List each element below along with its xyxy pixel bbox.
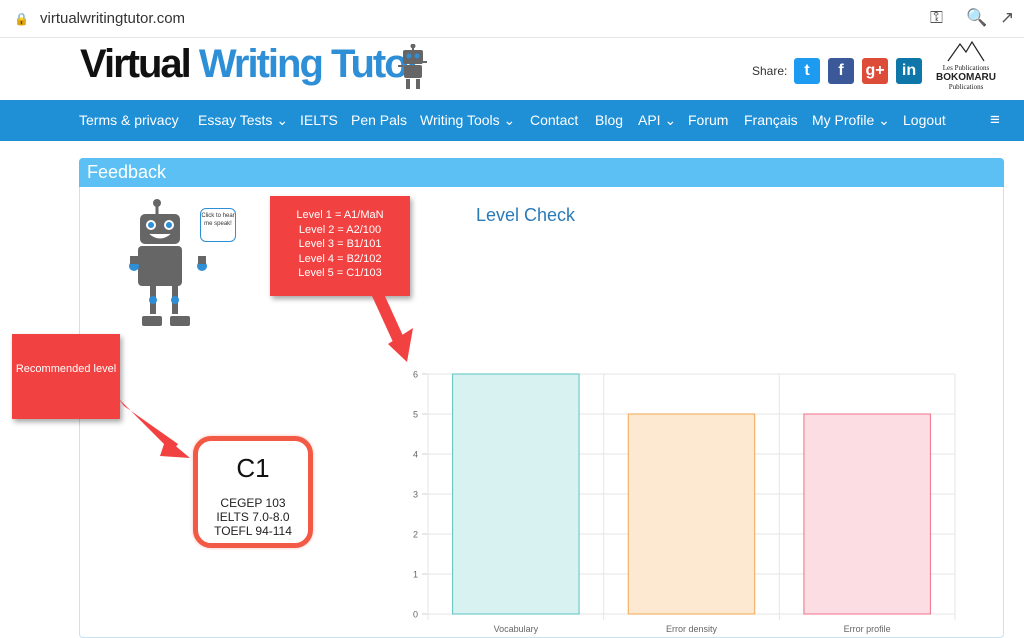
x-tick-label: Error density <box>666 624 718 634</box>
bar <box>627 413 756 615</box>
y-tick-label: 1 <box>413 570 418 580</box>
y-tick-label: 5 <box>413 410 418 420</box>
x-tick-label: Error profile <box>844 624 891 634</box>
y-tick-label: 0 <box>413 610 418 620</box>
x-tick-label: Vocabulary <box>494 624 539 634</box>
y-tick-label: 6 <box>413 370 418 380</box>
level-check-chart: 0 1 2 3 4 5 6 Vocabulary Error density Error prof… <box>413 370 956 634</box>
y-tick-label: 2 <box>413 530 418 540</box>
bar <box>452 373 580 615</box>
bar <box>803 413 931 615</box>
y-tick-label: 4 <box>413 450 418 460</box>
y-tick-label: 3 <box>413 490 418 500</box>
